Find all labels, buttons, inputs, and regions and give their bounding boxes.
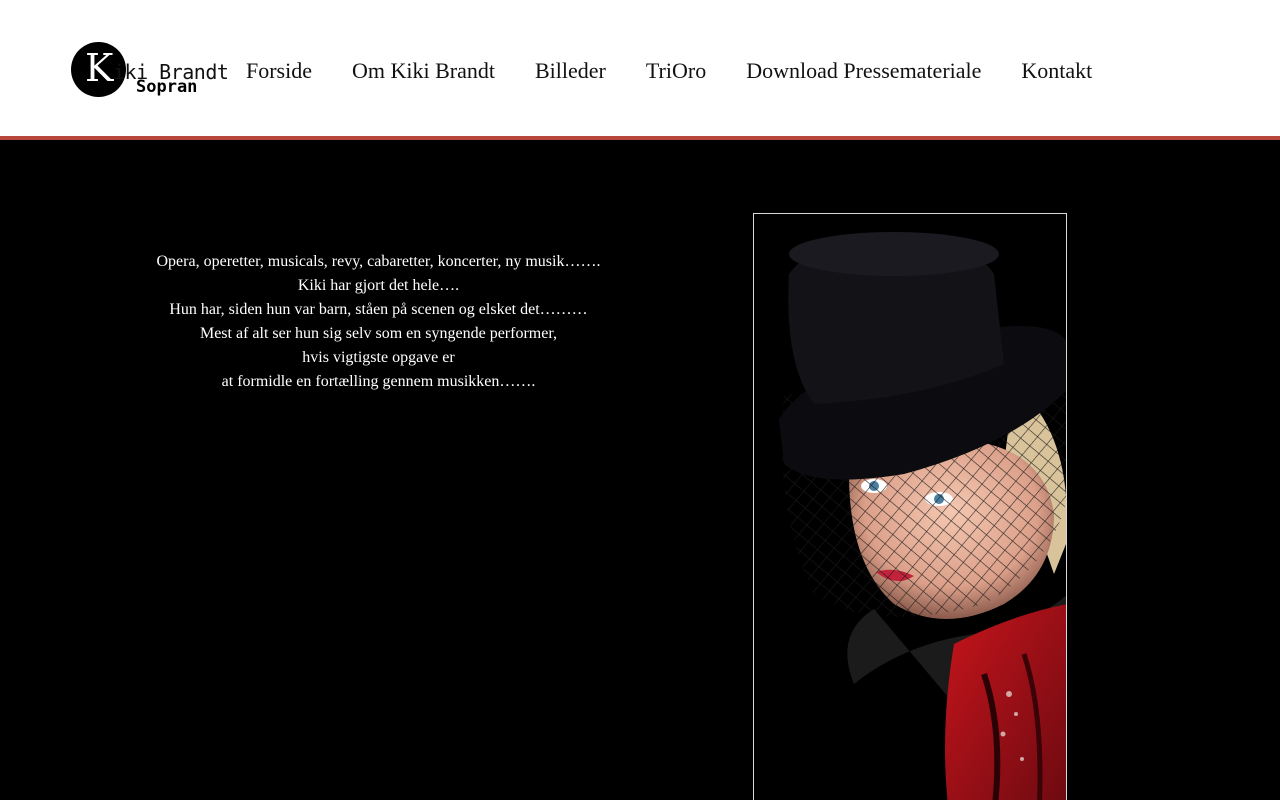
- nav-item-om-kiki-brandt[interactable]: Om Kiki Brandt: [352, 58, 495, 86]
- intro-line: at formidle en fortælling gennem musikke…: [221, 373, 536, 390]
- portrait-photo: [753, 213, 1067, 800]
- nav-item-kontakt[interactable]: Kontakt: [1021, 58, 1092, 86]
- nav-item-download-pressemateriale[interactable]: Download Pressemateriale: [746, 58, 981, 86]
- intro-line: Mest af alt ser hun sig selv som en syng…: [199, 325, 558, 342]
- portrait-illustration: [754, 214, 1066, 800]
- logo-monogram: K: [85, 46, 114, 90]
- logo-subtitle: Sopran: [136, 77, 198, 97]
- site-logo[interactable]: K iki Brandt Sopran: [71, 42, 229, 98]
- nav-item-billeder[interactable]: Billeder: [535, 58, 606, 86]
- intro-line: hvis vigtigste opgave er: [302, 349, 455, 366]
- intro-line: Kiki har gjort det hele….: [297, 277, 460, 294]
- site-header: K iki Brandt Sopran Forside Om Kiki Bran…: [0, 0, 1280, 140]
- nav-item-forside[interactable]: Forside: [246, 58, 312, 86]
- nav-item-trioro[interactable]: TriOro: [646, 58, 706, 86]
- intro-text: Opera, operetter, musicals, revy, cabare…: [100, 250, 657, 394]
- intro-line: Opera, operetter, musicals, revy, cabare…: [156, 253, 601, 270]
- main-content: Opera, operetter, musicals, revy, cabare…: [0, 144, 1280, 800]
- intro-line: Hun har, siden hun var barn, ståen på sc…: [169, 301, 588, 318]
- main-navigation: Forside Om Kiki Brandt Billeder TriOro D…: [246, 58, 1132, 86]
